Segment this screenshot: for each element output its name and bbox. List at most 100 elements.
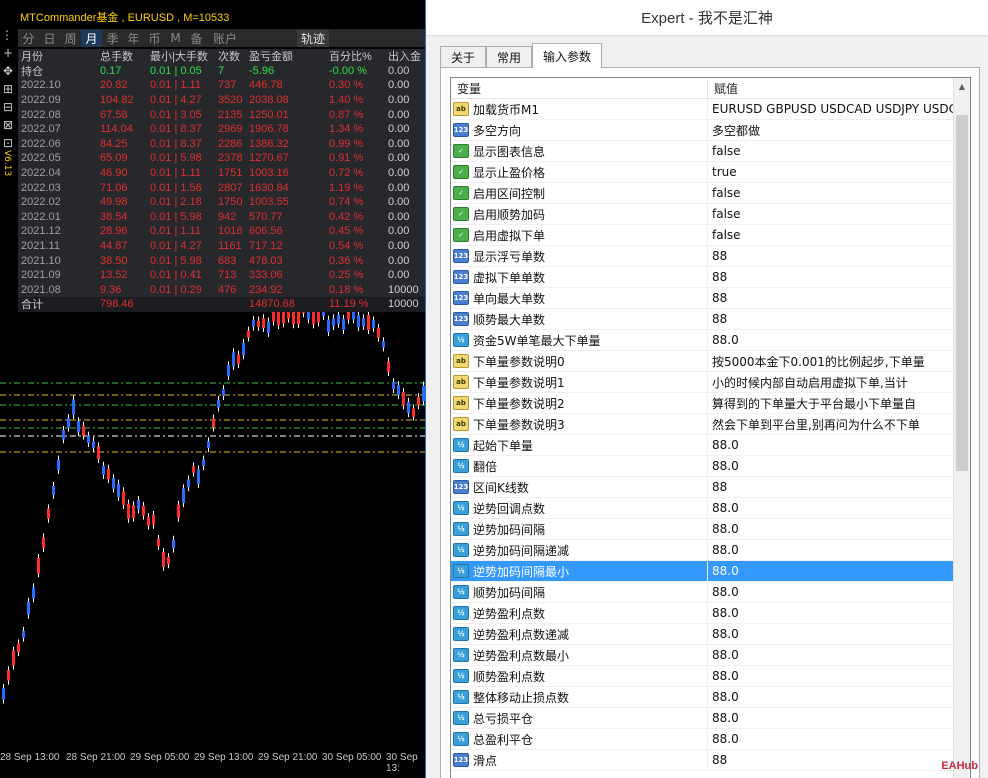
param-name-cell[interactable]: ½ 逆势回调点数 [451, 497, 708, 519]
param-value-cell[interactable]: 88.0 [708, 585, 958, 599]
param-value-cell[interactable]: true [708, 165, 958, 179]
param-value-cell[interactable]: 88 [708, 312, 958, 326]
param-row[interactable]: ab 下单量参数说明2 算得到的下单量大于平台最小下单量自 [451, 392, 970, 414]
param-name-cell[interactable]: 123 多空方向 [451, 119, 708, 141]
crosshair-icon[interactable]: + [1, 46, 15, 60]
param-value-cell[interactable]: 88 [708, 291, 958, 305]
param-name-cell[interactable]: 123 虚拟下单单数 [451, 266, 708, 288]
param-value-cell[interactable]: 88.0 [708, 459, 958, 473]
param-row[interactable]: ab 下单量参数说明0 按5000本金下0.001的比例起步,下单量 [451, 350, 970, 372]
period-tab-9[interactable]: 账户 [207, 30, 243, 47]
param-row[interactable]: 123 多空方向 多空都做 [451, 119, 970, 141]
param-row[interactable]: ½ 逆势加码间隔递减 88.0 [451, 539, 970, 561]
period-tab-4[interactable]: 季 [102, 30, 123, 47]
period-tab-2[interactable]: 周 [60, 30, 81, 47]
param-row[interactable]: ½ 顺势加码间隔 88.0 [451, 581, 970, 603]
param-name-cell[interactable]: ab 下单量参数说明3 [451, 413, 708, 435]
param-value-cell[interactable]: 88.0 [708, 690, 958, 704]
param-name-cell[interactable]: ½ 起始下单量 [451, 434, 708, 456]
param-value-cell[interactable]: 88.0 [708, 438, 958, 452]
param-row[interactable]: ab 下单量参数说明1 小的时候内部自动启用虚拟下单,当计 [451, 371, 970, 393]
param-row[interactable]: ½ 总亏损平仓 88.0 [451, 707, 970, 729]
param-row[interactable]: ½ 起始下单量 88.0 [451, 434, 970, 456]
period-tab-7[interactable]: M [165, 31, 186, 45]
move-icon[interactable]: ✥ [1, 64, 15, 78]
param-value-cell[interactable]: 88.0 [708, 648, 958, 662]
period-tab-5[interactable]: 年 [123, 30, 144, 47]
price-chart[interactable]: MTCommander基金 , EURUSD , M=10533 ⋮⋮ + ✥ ⊞ ⊟ ⊠… [0, 0, 425, 778]
param-row[interactable]: ½ 逆势加码间隔最小 88.0 [451, 560, 970, 582]
param-name-cell[interactable]: ✓ 启用顺势加码 [451, 203, 708, 225]
param-value-cell[interactable]: 算得到的下单量大于平台最小下单量自 [708, 395, 958, 412]
period-tab-6[interactable]: 币 [144, 30, 165, 47]
param-value-cell[interactable]: 88.0 [708, 333, 958, 347]
param-name-cell[interactable]: ½ 逆势加码间隔递减 [451, 539, 708, 561]
column-header-value[interactable]: 赋值 [708, 78, 958, 98]
param-row[interactable]: ½ 资金5W单笔最大下单量 88.0 [451, 329, 970, 351]
param-row[interactable]: ✓ 启用区间控制 false [451, 182, 970, 204]
period-tab-3[interactable]: 月 [81, 29, 102, 47]
param-name-cell[interactable]: ½ 逆势盈利点数最小 [451, 644, 708, 666]
param-row[interactable]: 123 区间K线数 88 [451, 476, 970, 498]
param-row[interactable]: 123 显示浮亏单数 88 [451, 245, 970, 267]
period-tab-0[interactable]: 分 [18, 30, 39, 47]
param-row[interactable]: ✓ 显示图表信息 false [451, 140, 970, 162]
param-value-cell[interactable]: 小的时候内部自动启用虚拟下单,当计 [708, 374, 958, 391]
fit-icon[interactable]: ⊡ [1, 136, 15, 150]
param-value-cell[interactable]: false [708, 228, 958, 242]
param-name-cell[interactable]: 123 单向最大单数 [451, 287, 708, 309]
param-name-cell[interactable]: ½ 整体移动止损点数 [451, 686, 708, 708]
param-name-cell[interactable]: 123 区间K线数 [451, 476, 708, 498]
param-value-cell[interactable]: 88.0 [708, 522, 958, 536]
param-row[interactable]: ab 下单量参数说明3 然会下单到平台里,别再问为什么不下单 [451, 413, 970, 435]
param-name-cell[interactable]: ½ 翻倍 [451, 455, 708, 477]
param-value-cell[interactable]: 然会下单到平台里,别再问为什么不下单 [708, 416, 958, 433]
param-value-cell[interactable]: 88.0 [708, 606, 958, 620]
param-name-cell[interactable]: ½ 逆势加码间隔 [451, 518, 708, 540]
param-value-cell[interactable]: 88 [708, 249, 958, 263]
param-value-cell[interactable]: 88.0 [708, 627, 958, 641]
param-row[interactable]: ab 加载货币M1 EURUSD GBPUSD USDCAD USDJPY USDC… [451, 98, 970, 120]
param-row[interactable]: 123 虚拟下单单数 88 [451, 266, 970, 288]
param-name-cell[interactable]: 123 显示浮亏单数 [451, 245, 708, 267]
param-value-cell[interactable]: 88.0 [708, 732, 958, 746]
param-name-cell[interactable]: ✓ 启用区间控制 [451, 182, 708, 204]
vertical-scrollbar[interactable]: ▲ [953, 78, 970, 778]
param-value-cell[interactable]: 88.0 [708, 669, 958, 683]
param-row[interactable]: ½ 整体移动止损点数 88.0 [451, 686, 970, 708]
param-value-cell[interactable]: 88.0 [708, 564, 958, 578]
param-value-cell[interactable]: EURUSD GBPUSD USDCAD USDJPY USDC... [708, 102, 958, 116]
param-name-cell[interactable]: ½ 逆势加码间隔最小 [451, 560, 708, 582]
param-row[interactable]: 123 滑点 88 [451, 749, 970, 771]
param-name-cell[interactable]: ✓ 显示止盈价格 [451, 161, 708, 183]
param-value-cell[interactable]: 88.0 [708, 711, 958, 725]
param-row[interactable]: ½ 总盈利平仓 88.0 [451, 728, 970, 750]
param-name-cell[interactable]: ½ 逆势盈利点数 [451, 602, 708, 624]
param-name-cell[interactable]: ½ 总盈利平仓 [451, 728, 708, 750]
param-name-cell[interactable]: ½ 总亏损平仓 [451, 707, 708, 729]
grid-icon[interactable]: ⊞ [1, 82, 15, 96]
param-row[interactable]: ½ 逆势盈利点数递减 88.0 [451, 623, 970, 645]
tab-2[interactable]: 输入参数 [532, 43, 603, 68]
column-header-variable[interactable]: 变量 [451, 78, 708, 98]
period-tab-1[interactable]: 日 [39, 30, 60, 47]
scroll-up-arrow-icon[interactable]: ▲ [954, 78, 970, 95]
param-name-cell[interactable]: ½ 顺势加码间隔 [451, 581, 708, 603]
zoom-in-icon[interactable]: ⊟ [1, 100, 15, 114]
param-name-cell[interactable]: ✓ 启用虚拟下单 [451, 224, 708, 246]
param-row[interactable]: ½ 逆势盈利点数最小 88.0 [451, 644, 970, 666]
param-name-cell[interactable]: 123 滑点 [451, 749, 708, 771]
param-name-cell[interactable]: ½ 逆势盈利点数递减 [451, 623, 708, 645]
param-name-cell[interactable]: ½ 顺势盈利点数 [451, 665, 708, 687]
param-value-cell[interactable]: false [708, 144, 958, 158]
param-value-cell[interactable]: false [708, 207, 958, 221]
param-row[interactable]: 123 单向最大单数 88 [451, 287, 970, 309]
period-tab-8[interactable]: 备 [186, 30, 207, 47]
param-value-cell[interactable]: 多空都做 [708, 122, 958, 139]
scroll-thumb[interactable] [956, 115, 968, 471]
param-name-cell[interactable]: ½ 资金5W单笔最大下单量 [451, 329, 708, 351]
param-name-cell[interactable]: ab 下单量参数说明0 [451, 350, 708, 372]
zoom-out-icon[interactable]: ⊠ [1, 118, 15, 132]
param-value-cell[interactable]: 88.0 [708, 501, 958, 515]
param-value-cell[interactable]: 88 [708, 270, 958, 284]
